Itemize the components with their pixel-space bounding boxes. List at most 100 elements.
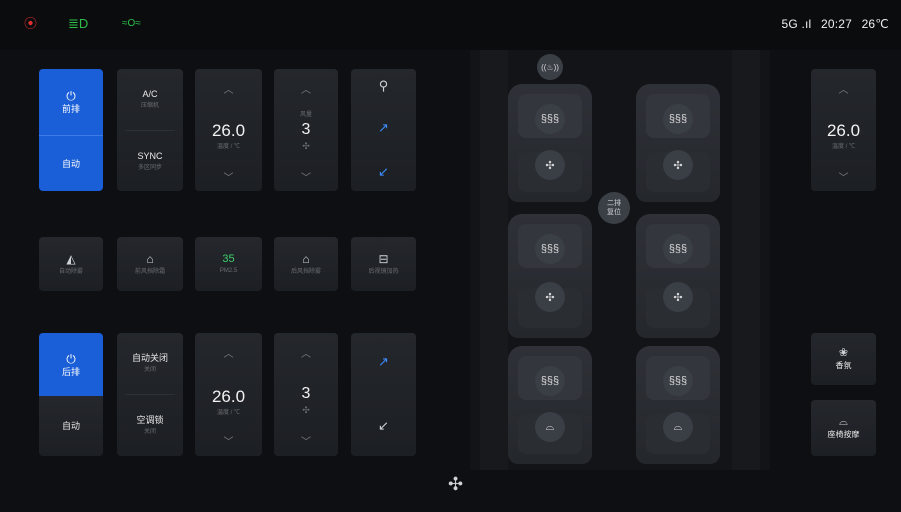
rear-defog-label: 后风挡除雾 [290, 268, 321, 275]
ac-button[interactable]: A/C 压缩机 [117, 69, 183, 129]
rear-fan-control: ︿ 3 ✣ ﹀ [274, 333, 338, 456]
power-icon: ⏻ [66, 351, 76, 366]
rear-defog-icon: ⌂ [302, 251, 310, 266]
signal-indicator: 5G .ıl [781, 17, 812, 31]
seat-heat-button[interactable]: §§§ [535, 366, 565, 396]
front-defrost-icon: ⌂ [146, 251, 154, 266]
front-power-label: 前排 [61, 104, 80, 114]
camera-record-icon: ⦿ [24, 16, 38, 31]
massage-icon: ⌓ [839, 416, 848, 428]
seat-rail-right [732, 50, 760, 470]
seat-vent-button[interactable]: ✣ [663, 150, 693, 180]
fan-down-button[interactable]: ﹀ [274, 169, 338, 184]
seat-vent-button[interactable]: ✣ [535, 150, 565, 180]
vent-icon: ✣ [545, 159, 555, 172]
front-defrost-label: 前风挡除霜 [134, 268, 165, 275]
fan-small-icon: ✣ [302, 141, 310, 151]
status-right: 5G .ıl 20:27 26℃ [776, 17, 889, 31]
steering-heat-button[interactable]: ((♨)) [537, 54, 563, 80]
front-fan-level: 3 [301, 121, 311, 138]
reset-label-line2: 复位 [607, 209, 621, 216]
front-fan-control: ︿ 风量 3 ✣ ﹀ [274, 69, 338, 191]
pm25-button[interactable]: 35 PM2.5 [195, 237, 262, 291]
airflow-face-icon[interactable]: ⚲ [351, 79, 416, 93]
rear-power-label: 后排 [61, 366, 80, 377]
rear-temp-down-button[interactable]: ﹀ [195, 433, 262, 448]
auto-defog-button[interactable]: ◭ 自动除雾 [39, 237, 103, 291]
heat-icon: §§§ [668, 113, 688, 125]
fan-up-button[interactable]: ︿ [274, 81, 338, 96]
heat-icon: §§§ [540, 375, 560, 387]
rear-temp-up-button[interactable]: ︿ [195, 345, 262, 360]
temp-down-button[interactable]: ﹀ [195, 169, 262, 184]
heat-icon: §§§ [540, 113, 560, 125]
right-temp-unit: 温度 / ℃ [831, 144, 855, 150]
front-fan-sub: 风量 [299, 112, 312, 118]
rear-auto-label: 自动 [61, 421, 80, 431]
auto-off-label: 自动关闭 [131, 352, 168, 363]
fan-icon[interactable]: ✣ [448, 474, 463, 495]
rear-airflow-feet-icon[interactable]: ↙ [351, 419, 416, 433]
reset-label-line1: 二排 [607, 200, 621, 207]
rear-right-temp-control: ︿ 26.0 温度 / ℃ ﹀ [811, 69, 876, 191]
rear-fan-up-button[interactable]: ︿ [274, 345, 338, 360]
ac-sub: 压缩机 [140, 102, 159, 109]
vent-icon: ✣ [545, 291, 555, 304]
fragrance-label: 香氛 [835, 361, 852, 370]
ac-lock-sub: 关闭 [143, 429, 156, 435]
mirror-heat-icon: ⊟ [378, 251, 389, 266]
fan-small-icon: ✣ [302, 405, 310, 415]
airflow-feet-icon[interactable]: ↙ [351, 165, 416, 179]
mirror-heat-label: 后视镜加热 [368, 268, 399, 275]
sync-sub: 多区同步 [137, 164, 162, 171]
right-temp-down-button[interactable]: ﹀ [811, 169, 876, 184]
power-icon: ⏻ [66, 89, 76, 103]
auto-defog-label: 自动除雾 [58, 268, 83, 275]
rear-fan-level: 3 [301, 385, 311, 402]
seat-massage-button[interactable]: ⌓ [663, 412, 693, 442]
front-auto-button[interactable]: 自动 [39, 135, 103, 191]
vent-icon: ✣ [673, 159, 683, 172]
fragrance-button[interactable]: ❀ 香氛 [811, 333, 876, 385]
auto-off-button[interactable]: 自动关闭 关闭 [117, 333, 183, 393]
seat-rail-left [480, 50, 508, 470]
auto-defog-icon: ◭ [66, 251, 76, 266]
rear-airflow-body-icon[interactable]: ↗ [351, 355, 416, 369]
seat-heat-button[interactable]: §§§ [663, 234, 693, 264]
temp-up-button[interactable]: ︿ [195, 81, 262, 96]
vent-icon: ✣ [673, 291, 683, 304]
rear-power-button[interactable]: ⏻ 后排 [39, 333, 103, 396]
mirror-heat-button[interactable]: ⊟ 后视镜加热 [351, 237, 416, 291]
rear-defog-button[interactable]: ⌂ 后风挡除雾 [274, 237, 338, 291]
front-ac-sync-group: A/C 压缩机 SYNC 多区同步 [117, 69, 183, 191]
airflow-body-icon[interactable]: ↗ [351, 121, 416, 135]
outside-temp: 26℃ [861, 17, 889, 31]
seat-heat-button[interactable]: §§§ [663, 104, 693, 134]
front-temp-unit: 温度 / ℃ [216, 144, 240, 150]
seat-map: ((♨)) §§§ ✣ §§§ ✣ 二排 复位 §§§ ✣ §§§ ✣ §§§ … [470, 50, 770, 470]
front-power-button[interactable]: ⏻ 前排 [39, 69, 103, 135]
fragrance-icon: ❀ [838, 347, 849, 359]
ac-lock-button[interactable]: 空调锁 关闭 [117, 395, 183, 456]
rear-fan-down-button[interactable]: ﹀ [274, 433, 338, 448]
seat-massage-button[interactable]: ⌓ [535, 412, 565, 442]
ac-label: A/C [142, 88, 158, 99]
second-row-reset-button[interactable]: 二排 复位 [598, 192, 630, 224]
front-temp-value: 26.0 [211, 121, 246, 140]
right-temp-value: 26.0 [826, 121, 861, 140]
seat-massage-button[interactable]: ⌓ 座椅按摩 [811, 400, 876, 456]
sync-button[interactable]: SYNC 多区同步 [117, 131, 183, 191]
seat-rear-left: §§§ ⌓ [508, 346, 592, 464]
rear-auto-button[interactable]: 自动 [39, 396, 103, 456]
seat-vent-button[interactable]: ✣ [663, 282, 693, 312]
seat-heat-button[interactable]: §§§ [663, 366, 693, 396]
seat-vent-button[interactable]: ✣ [535, 282, 565, 312]
steering-heat-icon: ((♨)) [541, 62, 559, 72]
ac-lock-label: 空调锁 [136, 415, 164, 425]
seat-heat-button[interactable]: §§§ [535, 234, 565, 264]
right-temp-up-button[interactable]: ︿ [811, 81, 876, 96]
seat-heat-button[interactable]: §§§ [535, 104, 565, 134]
massage-icon: ⌓ [673, 420, 683, 433]
front-defrost-button[interactable]: ⌂ 前风挡除霜 [117, 237, 183, 291]
heat-icon: §§§ [668, 375, 688, 387]
